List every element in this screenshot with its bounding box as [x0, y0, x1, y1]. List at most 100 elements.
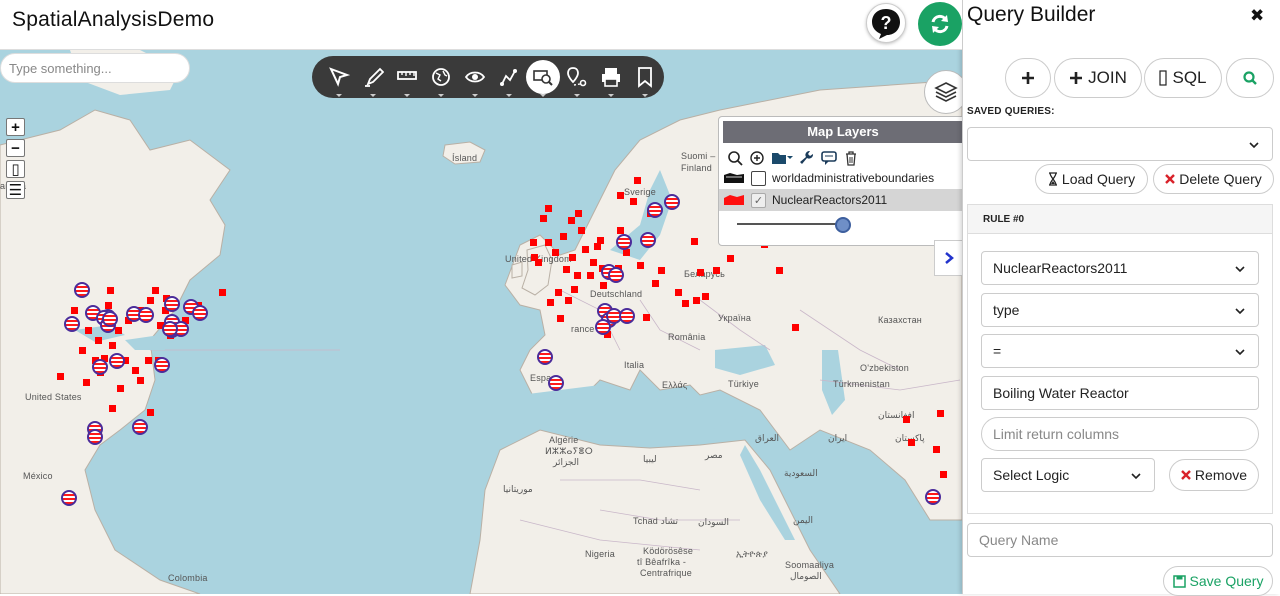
reactor-point[interactable] [117, 385, 124, 392]
reactor-point[interactable] [727, 255, 734, 262]
reactor-point[interactable] [634, 177, 641, 184]
reactor-point[interactable] [531, 254, 538, 261]
layers-button[interactable] [924, 70, 962, 114]
reactor-point[interactable] [145, 357, 152, 364]
reactor-cluster-marker[interactable] [74, 282, 90, 298]
reactor-point[interactable] [574, 272, 581, 279]
legend-button[interactable]: ☰ [6, 181, 25, 199]
zoom-in-button[interactable]: + [6, 118, 25, 136]
reactor-point[interactable] [109, 342, 116, 349]
reactor-cluster-marker[interactable] [595, 319, 611, 335]
tool-pin-distance[interactable] [560, 60, 594, 97]
reactor-cluster-marker[interactable] [92, 359, 108, 375]
reactor-point[interactable] [540, 215, 547, 222]
reactor-cluster-marker[interactable] [548, 375, 564, 391]
reactor-cluster-marker[interactable] [61, 490, 77, 506]
reactor-point[interactable] [658, 267, 665, 274]
reactor-point[interactable] [565, 297, 572, 304]
reactor-point[interactable] [147, 297, 154, 304]
tool-draw[interactable] [356, 60, 390, 97]
reactor-point[interactable] [95, 337, 102, 344]
reactor-point[interactable] [530, 239, 537, 246]
remove-rule-button[interactable]: Remove [1169, 459, 1259, 491]
refresh-button[interactable] [918, 2, 962, 46]
reactor-cluster-marker[interactable] [164, 296, 180, 312]
rule-layer-select[interactable]: NuclearReactors2011 [981, 251, 1259, 285]
select-logic-dropdown[interactable]: Select Logic [981, 458, 1155, 492]
tool-select[interactable] [322, 60, 356, 97]
reactor-point[interactable] [693, 297, 700, 304]
reactor-point[interactable] [702, 293, 709, 300]
reactor-cluster-marker[interactable] [64, 316, 80, 332]
reactor-point[interactable] [152, 287, 159, 294]
reactor-point[interactable] [545, 205, 552, 212]
layer-row-reactors[interactable]: ✓ NuclearReactors2011 [719, 189, 962, 211]
reactor-cluster-marker[interactable] [664, 194, 680, 210]
reactor-point[interactable] [557, 315, 564, 322]
reactor-point[interactable] [594, 243, 601, 250]
limit-columns-input[interactable]: Limit return columns [981, 417, 1259, 451]
help-button[interactable]: ? [866, 3, 906, 43]
tool-route[interactable] [492, 60, 526, 97]
reactor-point[interactable] [675, 289, 682, 296]
reactor-point[interactable] [107, 287, 114, 294]
reactor-point[interactable] [578, 227, 585, 234]
reactor-point[interactable] [83, 379, 90, 386]
reactor-point[interactable] [71, 307, 78, 314]
tool-bookmark[interactable] [628, 60, 662, 97]
reactor-point[interactable] [597, 237, 604, 244]
reactor-point[interactable] [617, 227, 624, 234]
tool-visibility[interactable] [458, 60, 492, 97]
reactor-point[interactable] [697, 269, 704, 276]
reactor-point[interactable] [545, 239, 552, 246]
reactor-cluster-marker[interactable] [616, 234, 632, 250]
opacity-knob[interactable] [835, 217, 851, 233]
tool-measure[interactable] [390, 60, 424, 97]
reactor-point[interactable] [147, 409, 154, 416]
rule-value-input[interactable]: Boiling Water Reactor [981, 376, 1259, 410]
reactor-point[interactable] [652, 280, 659, 287]
reactor-point[interactable] [563, 266, 570, 273]
saved-queries-select[interactable] [967, 127, 1273, 161]
reactor-cluster-marker[interactable] [132, 419, 148, 435]
reactor-point[interactable] [933, 446, 940, 453]
reactor-point[interactable] [587, 272, 594, 279]
wrench-icon[interactable] [799, 150, 815, 166]
reactor-point[interactable] [109, 405, 116, 412]
reactor-cluster-marker[interactable] [154, 357, 170, 373]
tool-globe[interactable] [424, 60, 458, 97]
reactor-point[interactable] [776, 267, 783, 274]
reactor-cluster-marker[interactable] [192, 305, 208, 321]
reactor-point[interactable] [132, 367, 139, 374]
reactor-cluster-marker[interactable] [925, 489, 941, 505]
reactor-point[interactable] [903, 416, 910, 423]
search-icon[interactable] [727, 150, 743, 166]
join-button[interactable]: JOIN [1054, 58, 1142, 98]
add-rule-button[interactable] [1005, 58, 1051, 98]
reactor-point[interactable] [219, 289, 226, 296]
layer-opacity-slider[interactable] [737, 217, 851, 233]
delete-query-button[interactable]: Delete Query [1153, 164, 1274, 194]
reactor-point[interactable] [682, 300, 689, 307]
reactor-point[interactable] [79, 347, 86, 354]
reactor-point[interactable] [569, 254, 576, 261]
reactor-point[interactable] [571, 286, 578, 293]
reactor-point[interactable] [623, 249, 630, 256]
reactor-point[interactable] [937, 410, 944, 417]
add-circle-icon[interactable] [749, 150, 765, 166]
reactor-point[interactable] [617, 192, 624, 199]
reactor-point[interactable] [600, 282, 607, 289]
layer-checkbox-reactors[interactable]: ✓ [751, 192, 766, 208]
reactor-point[interactable] [552, 249, 559, 256]
zoom-out-button[interactable]: − [6, 139, 25, 157]
layer-row-boundaries[interactable]: worldadministrativeboundaries [719, 167, 962, 189]
collapse-panel-button[interactable] [934, 240, 962, 276]
reactor-cluster-marker[interactable] [608, 267, 624, 283]
reactor-point[interactable] [137, 377, 144, 384]
reactor-point[interactable] [85, 327, 92, 334]
reactor-cluster-marker[interactable] [109, 353, 125, 369]
reactor-cluster-marker[interactable] [619, 308, 635, 324]
reactor-point[interactable] [713, 267, 720, 274]
layer-checkbox-boundaries[interactable] [751, 170, 766, 186]
tool-print[interactable] [594, 60, 628, 97]
